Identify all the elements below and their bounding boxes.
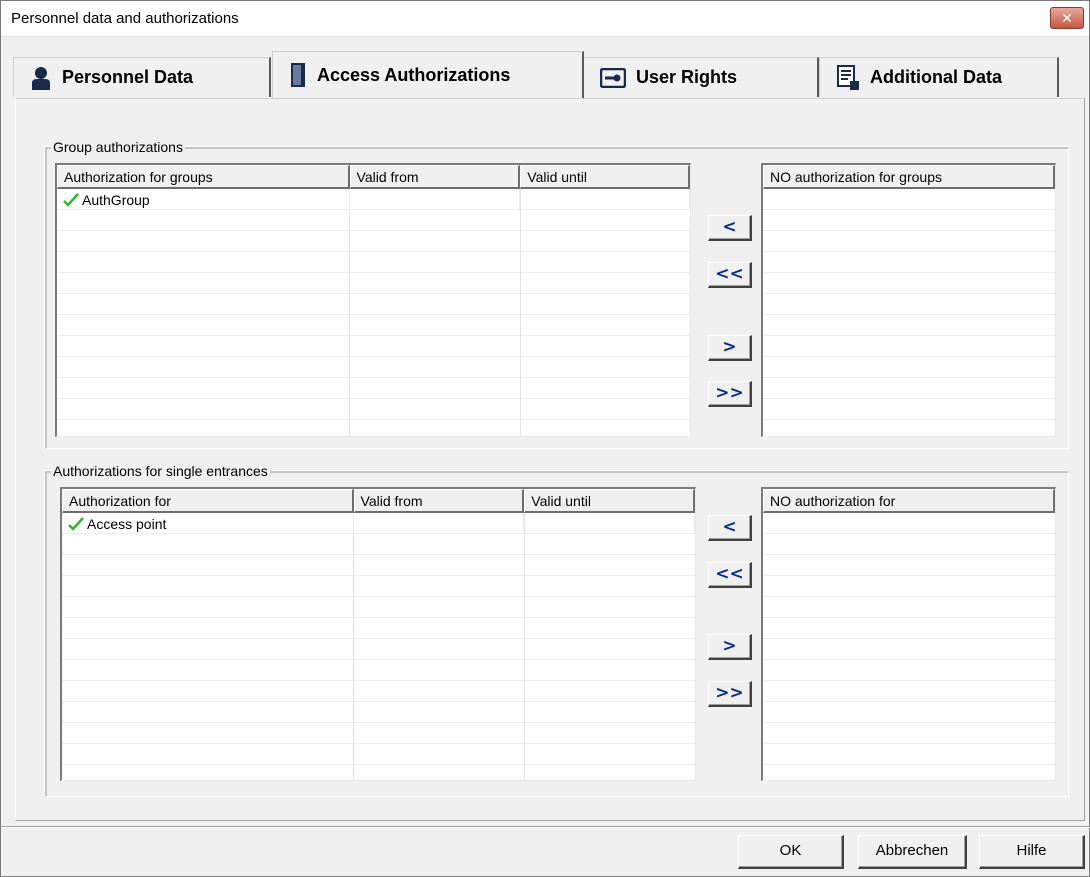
col-valid-until[interactable]: Valid until (524, 489, 695, 513)
dialog-window: Personnel data and authorizations ✕ Pers… (0, 0, 1090, 877)
remove-one-group-button[interactable]: > (708, 335, 752, 361)
column-divider (354, 513, 525, 780)
document-icon (837, 64, 859, 90)
cell-valid-from (350, 189, 521, 210)
row-label: Access point (87, 515, 167, 532)
group-no-auth-grid[interactable]: NO authorization for groups (761, 163, 1056, 437)
add-all-entrances-button[interactable]: << (708, 562, 752, 588)
single-auth-grid[interactable]: Authorization for Valid from Valid until… (60, 487, 696, 781)
close-button[interactable]: ✕ (1050, 7, 1084, 29)
cell-valid-until (524, 513, 695, 534)
remove-one-entrance-button[interactable]: > (708, 634, 752, 660)
cancel-button[interactable]: Abbrechen (858, 835, 967, 869)
add-all-groups-button[interactable]: << (708, 262, 752, 288)
col-authorization-for[interactable]: Authorization for (62, 489, 354, 513)
ok-button[interactable]: OK (738, 835, 844, 869)
single-entrances-label: Authorizations for single entrances (51, 463, 270, 479)
col-valid-from[interactable]: Valid from (349, 165, 521, 189)
tab-label: Access Authorizations (317, 64, 511, 85)
add-one-group-button[interactable]: < (708, 215, 752, 241)
remove-all-groups-button[interactable]: >> (708, 381, 752, 407)
remove-all-entrances-button[interactable]: >> (708, 681, 752, 707)
tab-label: Additional Data (870, 67, 1003, 87)
grid-header: NO authorization for groups (763, 165, 1055, 189)
checkmark-icon (68, 516, 84, 531)
table-row[interactable]: Access point (62, 513, 695, 534)
key-card-icon (600, 67, 626, 88)
grid-header: Authorization for groups Valid from Vali… (57, 165, 690, 189)
grid-header: Authorization for Valid from Valid until (62, 489, 695, 513)
footer-separator (1, 826, 1090, 828)
col-no-authorization-for[interactable]: NO authorization for (763, 489, 1055, 513)
tab-personnel-data[interactable]: Personnel Data (13, 57, 271, 97)
cell-name: Access point (62, 513, 354, 534)
add-one-entrance-button[interactable]: < (708, 515, 752, 541)
single-no-auth-grid[interactable]: NO authorization for (761, 487, 1056, 781)
cell-valid-from (354, 513, 525, 534)
tab-label: Personnel Data (62, 67, 194, 87)
col-no-authorization-for-groups[interactable]: NO authorization for groups (763, 165, 1055, 189)
col-valid-from[interactable]: Valid from (353, 489, 525, 513)
tab-access-authorizations[interactable]: Access Authorizations (272, 51, 584, 98)
tab-label: User Rights (636, 67, 738, 87)
window-title: Personnel data and authorizations (11, 10, 239, 27)
tab-strip: Personnel Data Access Authorizations Use… (13, 51, 1083, 101)
title-bar: Personnel data and authorizations ✕ (1, 1, 1089, 37)
column-divider (62, 513, 354, 780)
cell-name: AuthGroup (57, 189, 350, 210)
column-divider (350, 189, 521, 436)
col-valid-until[interactable]: Valid until (520, 165, 690, 189)
table-row[interactable]: AuthGroup (57, 189, 690, 210)
group-authorizations-label: Group authorizations (51, 139, 185, 155)
column-divider (57, 189, 350, 436)
checkmark-icon (63, 192, 79, 207)
door-icon (291, 63, 305, 87)
group-auth-grid[interactable]: Authorization for groups Valid from Vali… (55, 163, 691, 437)
cell-valid-until (520, 189, 690, 210)
row-label: AuthGroup (82, 191, 150, 208)
help-button[interactable]: Hilfe (979, 835, 1085, 869)
tab-user-rights[interactable]: User Rights (583, 57, 819, 97)
tab-additional-data[interactable]: Additional Data (819, 57, 1059, 97)
grid-header: NO authorization for (763, 489, 1055, 513)
col-authorization-for-groups[interactable]: Authorization for groups (57, 165, 350, 189)
person-icon (32, 66, 50, 90)
